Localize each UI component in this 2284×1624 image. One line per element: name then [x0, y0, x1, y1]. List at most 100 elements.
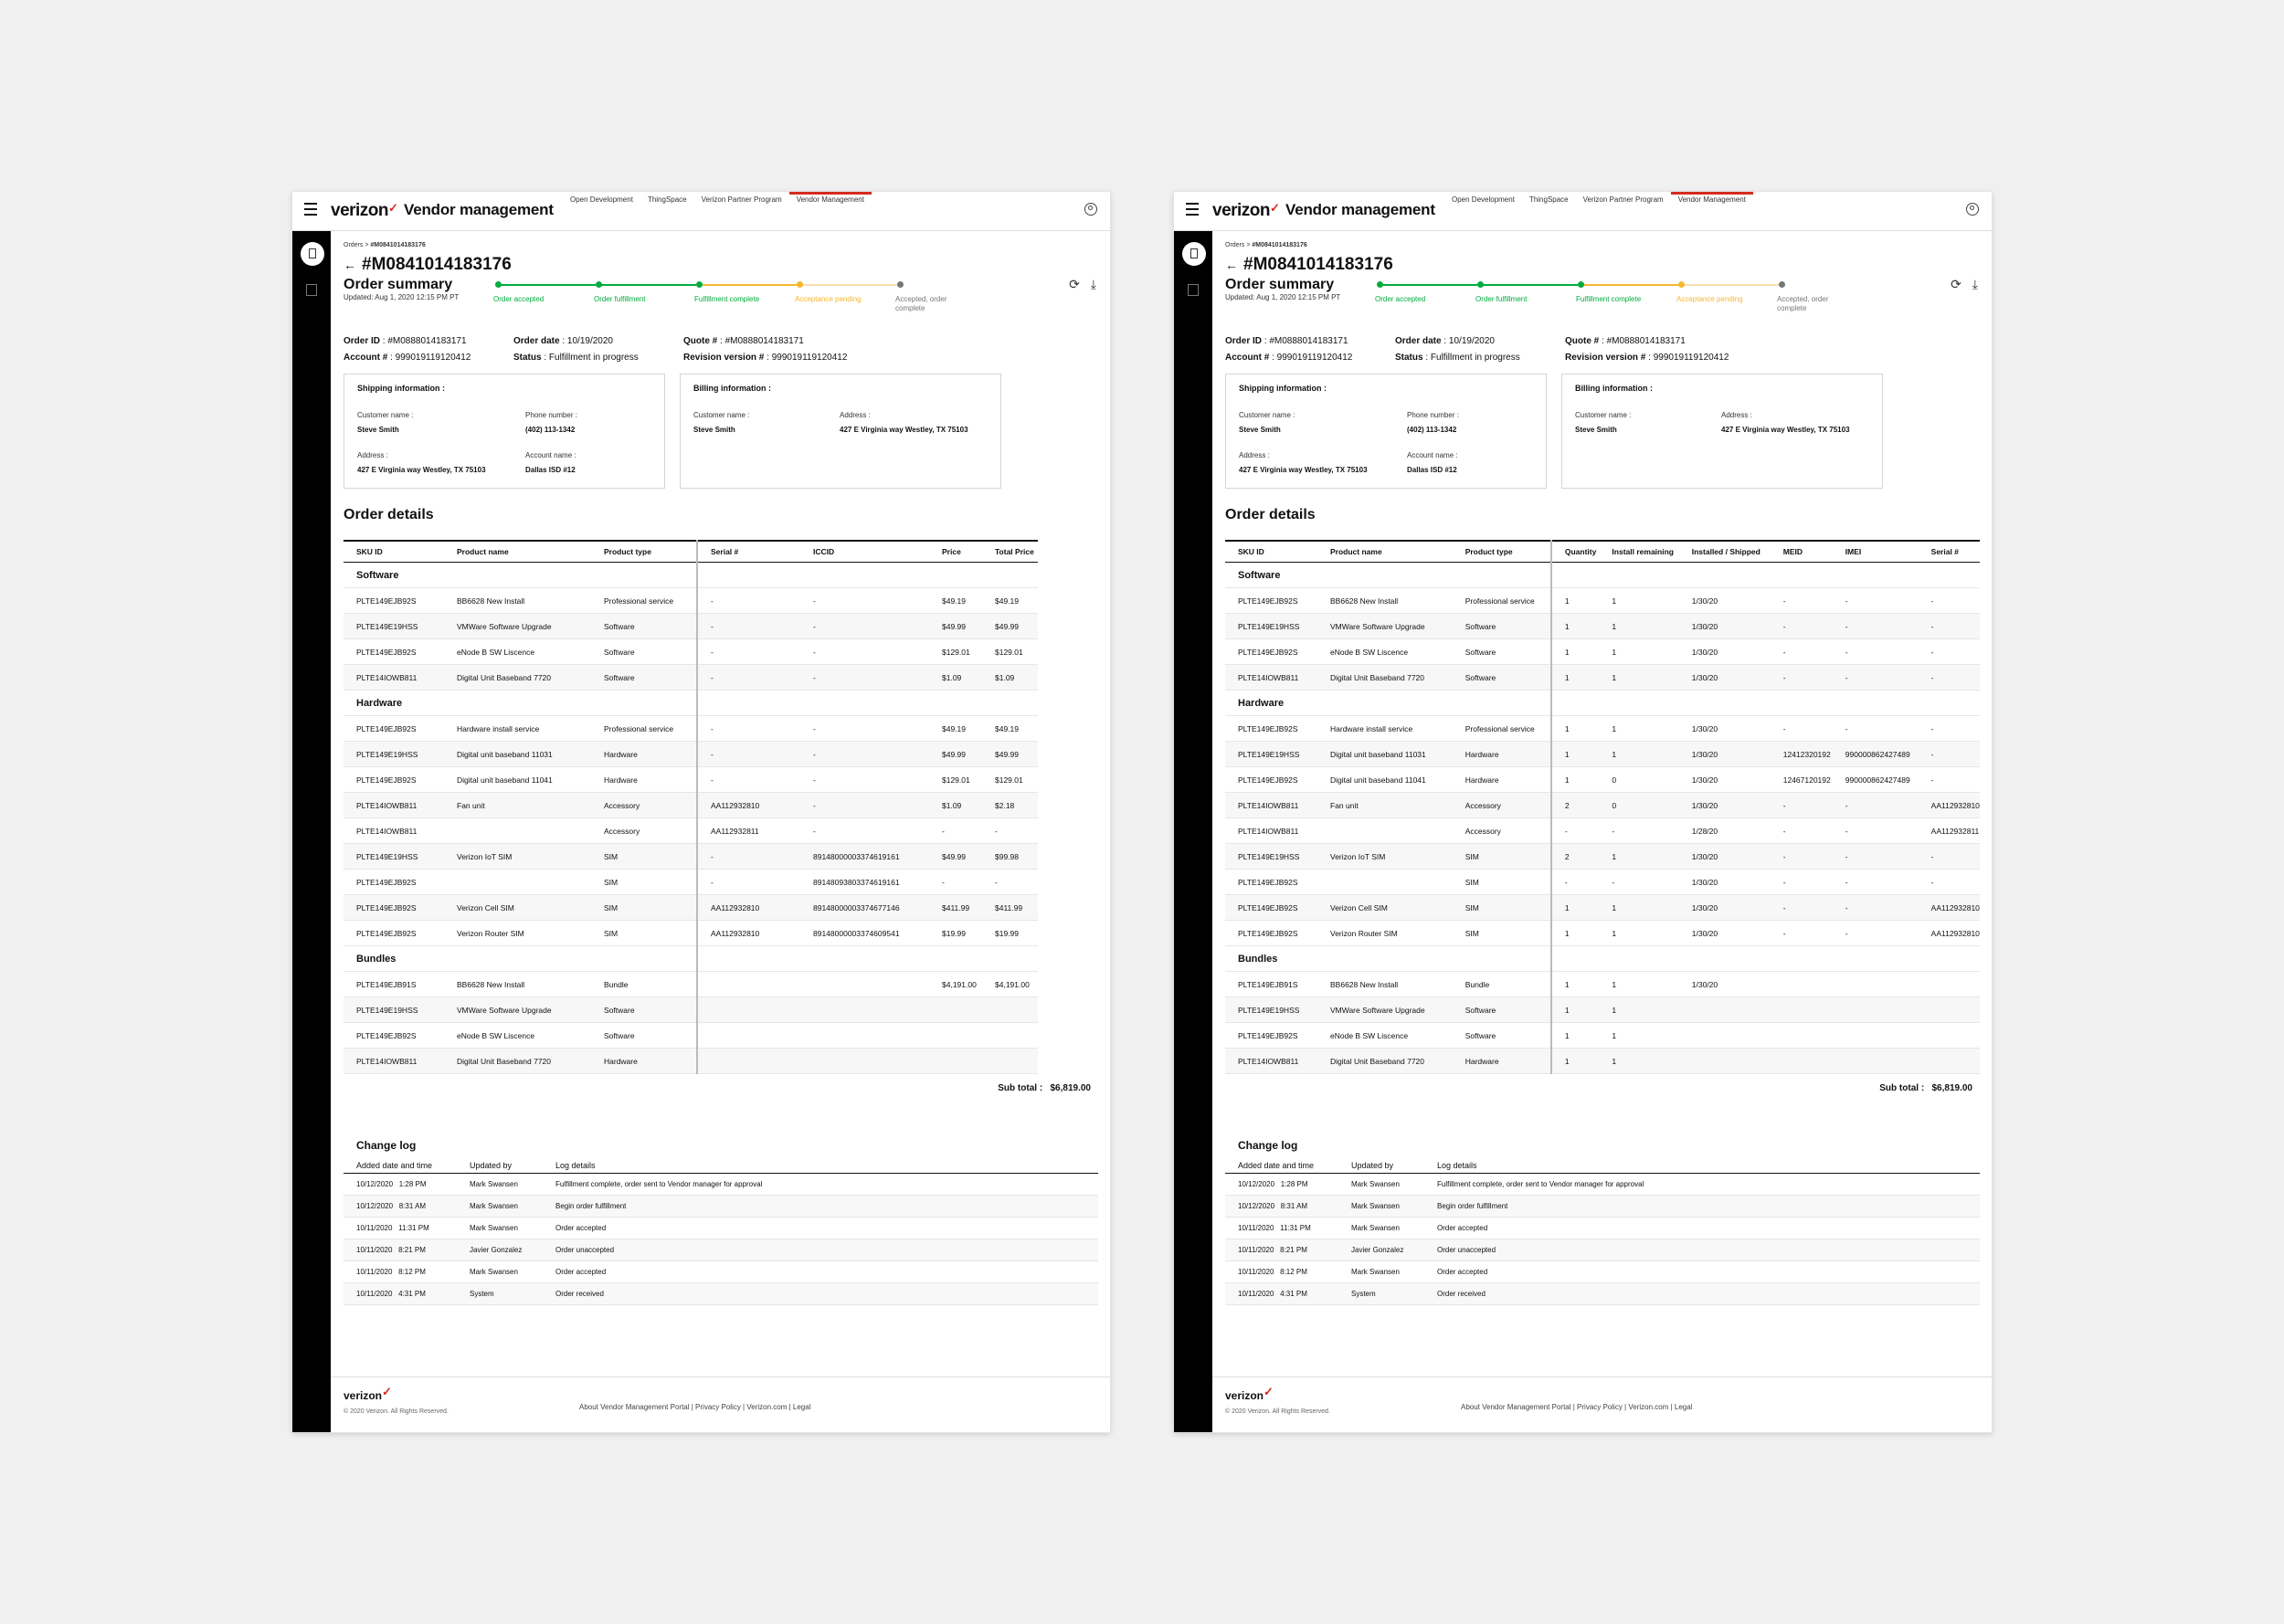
- column-header[interactable]: Product type: [1452, 540, 1552, 563]
- refresh-icon[interactable]: ⟳: [1069, 277, 1080, 292]
- column-header[interactable]: Product name: [1317, 540, 1453, 563]
- documents-icon[interactable]: [306, 284, 317, 296]
- download-icon[interactable]: ⤓: [1972, 277, 1978, 292]
- footer-logo[interactable]: verizon✓: [344, 1385, 392, 1403]
- orders-icon[interactable]: [301, 242, 324, 266]
- footer-links[interactable]: About Vendor Management Portal | Privacy…: [1461, 1403, 1692, 1411]
- column-header[interactable]: Log details: [543, 1159, 1098, 1174]
- table-row[interactable]: PLTE149EJB92S BB6628 New Install Professio…: [1225, 587, 1980, 614]
- table-row[interactable]: PLTE149EJB92S BB6628 New Install Professio…: [344, 587, 1038, 614]
- breadcrumb-root[interactable]: Orders: [344, 242, 363, 248]
- cell-name: Verizon Cell SIM: [1317, 894, 1453, 921]
- table-row[interactable]: PLTE14IOWB811 Fan unit Accessory AA11293281…: [344, 792, 1038, 818]
- nav-item[interactable]: Vendor Management: [1670, 192, 1754, 230]
- table-row[interactable]: PLTE149EJB92S Digital unit baseband 11041…: [344, 766, 1038, 793]
- nav-item[interactable]: Verizon Partner Program: [1576, 192, 1671, 230]
- user-icon[interactable]: [1084, 203, 1097, 216]
- table-row[interactable]: PLTE14IOWB811 Digital Unit Baseband 7720 H…: [1225, 1048, 1980, 1074]
- nav-item[interactable]: ThingSpace: [640, 192, 694, 230]
- nav-item[interactable]: Verizon Partner Program: [694, 192, 789, 230]
- column-header[interactable]: IMEI: [1832, 540, 1919, 563]
- column-header[interactable]: SKU ID: [344, 540, 444, 563]
- column-header[interactable]: Product type: [591, 540, 698, 563]
- user-icon[interactable]: [1966, 203, 1979, 216]
- table-row[interactable]: PLTE149EJB92S eNode B SW Liscence Software…: [1225, 638, 1980, 665]
- table-row[interactable]: PLTE149EJB92S SIM - -1/30/20- - -: [1225, 869, 1980, 895]
- cell-name: eNode B SW Liscence: [1317, 1022, 1453, 1049]
- order-meta: Order ID : #M0888014183171 Account # : 99…: [1225, 333, 1980, 366]
- column-header[interactable]: Price: [929, 540, 982, 563]
- table-row[interactable]: PLTE149EJB92S Verizon Router SIM SIM AA1129…: [344, 920, 1038, 946]
- hamburger-icon[interactable]: [1186, 203, 1199, 216]
- table-row[interactable]: PLTE149E19HSS VMWare Software Upgrade Soft…: [344, 997, 1038, 1023]
- table-row[interactable]: PLTE149EJB92S Hardware install service Pro…: [344, 715, 1038, 742]
- column-header[interactable]: Serial #: [1918, 540, 1980, 563]
- column-header[interactable]: Updated by: [1338, 1159, 1424, 1174]
- table-row[interactable]: PLTE149EJB92S eNode B SW Liscence Software: [344, 1022, 1038, 1049]
- cell-serialb: AA112932810: [1918, 894, 1980, 921]
- table-row[interactable]: PLTE149EJB92S Digital unit baseband 11041…: [1225, 766, 1980, 793]
- table-row[interactable]: PLTE149EJB92S Hardware install service Pro…: [1225, 715, 1980, 742]
- nav-item[interactable]: Open Development: [563, 192, 640, 230]
- table-row[interactable]: PLTE149EJB92S Verizon Router SIM SIM 1 1 1/30…: [1225, 920, 1980, 946]
- hamburger-icon[interactable]: [304, 203, 317, 216]
- revision-label: Revision version #: [1565, 353, 1646, 363]
- documents-icon[interactable]: [1188, 284, 1199, 296]
- column-header[interactable]: Install remaining: [1599, 540, 1679, 563]
- table-row[interactable]: PLTE14IOWB811 Digital Unit Baseband 7720 H…: [344, 1048, 1038, 1074]
- column-header[interactable]: SKU ID: [1225, 540, 1317, 563]
- account-label: Account #: [344, 353, 388, 363]
- footer-links[interactable]: About Vendor Management Portal | Privacy…: [579, 1403, 810, 1411]
- table-row[interactable]: PLTE14IOWB811 Accessory AA112932811- - -: [344, 817, 1038, 844]
- table-row[interactable]: PLTE149EJB91S BB6628 New Install Bundle 1 1 1…: [1225, 971, 1980, 997]
- orders-icon[interactable]: [1182, 242, 1206, 266]
- table-row[interactable]: PLTE149E19HSS Digital unit baseband 11031…: [344, 741, 1038, 767]
- table-row[interactable]: PLTE149EJB92S Verizon Cell SIM SIM AA112932…: [344, 894, 1038, 921]
- table-row[interactable]: PLTE14IOWB811 Digital Unit Baseband 7720 S…: [344, 664, 1038, 691]
- cell-total: $49.19: [982, 715, 1038, 742]
- column-header[interactable]: Total Price: [982, 540, 1038, 563]
- column-header[interactable]: Added date and time: [1225, 1159, 1338, 1174]
- table-row[interactable]: PLTE149E19HSS VMWare Software Upgrade Soft…: [1225, 613, 1980, 639]
- cell-name: BB6628 New Install: [444, 587, 591, 614]
- cell-imei: -: [1832, 894, 1919, 921]
- table-row[interactable]: PLTE149EJB92S eNode B SW Liscence Software…: [1225, 1022, 1980, 1049]
- table-row[interactable]: PLTE149E19HSS Verizon IoT SIM SIM 2 1 1/30/20…: [1225, 843, 1980, 870]
- column-header[interactable]: Product name: [444, 540, 591, 563]
- download-icon[interactable]: ⤓: [1091, 277, 1096, 292]
- arrow-left-icon[interactable]: ←: [1225, 258, 1238, 272]
- column-header[interactable]: Updated by: [457, 1159, 543, 1174]
- footer-logo[interactable]: verizon✓: [1225, 1385, 1274, 1403]
- column-header[interactable]: Quantity: [1550, 540, 1600, 563]
- nav-item[interactable]: Vendor Management: [788, 192, 872, 230]
- column-header[interactable]: Added date and time: [344, 1159, 457, 1174]
- table-row[interactable]: PLTE149E19HSS VMWare Software Upgrade Soft…: [344, 613, 1038, 639]
- table-row[interactable]: PLTE149EJB92S eNode B SW Liscence Software…: [344, 638, 1038, 665]
- table-row[interactable]: PLTE14IOWB811 Digital Unit Baseband 7720 S…: [1225, 664, 1980, 691]
- nav-item[interactable]: ThingSpace: [1522, 192, 1576, 230]
- table-row[interactable]: PLTE14IOWB811 Fan unit Accessory 2 0 1/30/20-…: [1225, 792, 1980, 818]
- cell-serial: [697, 1022, 800, 1049]
- column-header[interactable]: Serial #: [697, 540, 800, 563]
- column-header[interactable]: MEID: [1770, 540, 1833, 563]
- cell-total: $99.98: [982, 843, 1038, 870]
- cell-qty: 1: [1550, 613, 1600, 639]
- refresh-icon[interactable]: ⟳: [1951, 277, 1961, 292]
- verizon-logo[interactable]: verizon✓: [331, 201, 398, 221]
- arrow-left-icon[interactable]: ←: [344, 258, 356, 272]
- table-row[interactable]: PLTE149E19HSS Digital unit baseband 11031…: [1225, 741, 1980, 767]
- table-row[interactable]: PLTE149EJB92S Verizon Cell SIM SIM 1 1 1/30/2…: [1225, 894, 1980, 921]
- nav-item[interactable]: Open Development: [1444, 192, 1522, 230]
- column-header[interactable]: Log details: [1424, 1159, 1980, 1174]
- table-row[interactable]: PLTE149E19HSS VMWare Software Upgrade Soft…: [1225, 997, 1980, 1023]
- cell-inst: 1/30/20: [1678, 766, 1771, 793]
- table-row[interactable]: PLTE149EJB91S BB6628 New Install Bundle $4,…: [344, 971, 1038, 997]
- verizon-logo[interactable]: verizon✓: [1212, 201, 1280, 221]
- breadcrumb-root[interactable]: Orders: [1225, 242, 1244, 248]
- table-row[interactable]: PLTE149E19HSS Verizon IoT SIM SIM -89148000…: [344, 843, 1038, 870]
- table-row[interactable]: PLTE14IOWB811 Accessory - -1/28/20- - AA11293…: [1225, 817, 1980, 844]
- table-row[interactable]: PLTE149EJB92S SIM -89148093803374619161- -: [344, 869, 1038, 895]
- column-header[interactable]: Installed / Shipped: [1678, 540, 1771, 563]
- column-header[interactable]: ICCID: [800, 540, 929, 563]
- account-label: Account #: [1225, 353, 1270, 363]
